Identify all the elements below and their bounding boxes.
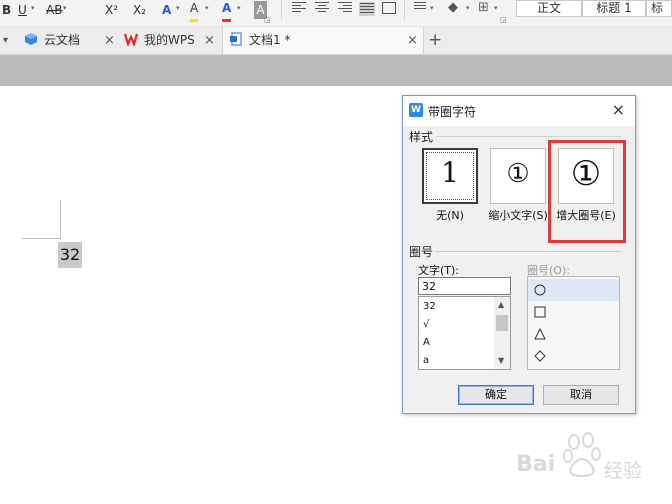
circle-group-label: 圈号: [409, 245, 434, 259]
watermark-brand-right: 经验: [604, 460, 643, 482]
ribbon-toolbar: B U ▾ AB ▾ X² X₂ A ▾ A ▾ A ▾ A ◲ ▾ ◆ ▾ ⊞…: [0, 0, 672, 27]
strikethrough-button[interactable]: AB: [46, 1, 62, 19]
strikethrough-caret-icon[interactable]: ▾: [63, 4, 67, 12]
document-icon: [230, 32, 242, 46]
font-color-caret-icon[interactable]: ▾: [237, 4, 241, 12]
shape-option-triangle[interactable]: [528, 323, 619, 345]
borders-icon[interactable]: ⊞: [478, 0, 489, 15]
align-center-icon[interactable]: [315, 2, 329, 14]
document-tab-bar: ▾ 云文档 × 我的WPS × 文档1 * × +: [0, 27, 672, 55]
dialog-title: 带圈字符: [428, 105, 477, 119]
tab-label: 云文档: [44, 33, 81, 47]
diamond-icon: [534, 350, 546, 362]
style-option-shrink-label[interactable]: 缩小文字(S): [486, 209, 550, 222]
highlight-button[interactable]: A: [190, 1, 199, 22]
style-group-label: 样式: [409, 130, 434, 144]
list-item[interactable]: A: [423, 336, 430, 350]
selected-text[interactable]: 32: [58, 242, 82, 268]
underline-caret-icon[interactable]: ▾: [31, 4, 35, 12]
line-spacing-icon[interactable]: [412, 2, 426, 14]
list-item[interactable]: √: [423, 318, 429, 332]
new-tab-button[interactable]: +: [428, 27, 442, 54]
shape-option-diamond[interactable]: [528, 345, 619, 367]
text-input[interactable]: [418, 277, 511, 295]
preview-glyph: ①: [506, 159, 530, 189]
tab-my-wps[interactable]: 我的WPS ×: [118, 27, 222, 54]
ok-button[interactable]: 确定: [458, 385, 534, 405]
annotation-highlight-box: [548, 140, 626, 243]
text-field-label: 文字(T):: [418, 264, 460, 277]
shape-option-square[interactable]: [528, 301, 619, 323]
toolbar-separator: [404, 0, 405, 20]
superscript-button[interactable]: X²: [105, 1, 118, 19]
group-divider: [436, 251, 621, 252]
ruler-band: [0, 55, 672, 86]
wps-logo-icon: [124, 33, 138, 46]
shading-caret-icon[interactable]: ▾: [466, 4, 470, 12]
tab-menu-caret-icon[interactable]: ▾: [3, 27, 8, 54]
tab-document1[interactable]: 文档1 * ×: [222, 27, 424, 54]
justify-icon[interactable]: [359, 2, 375, 16]
font-color-button[interactable]: A: [222, 1, 232, 22]
listbox-scrollbar[interactable]: ▲ ▼: [494, 297, 510, 369]
close-icon[interactable]: ×: [407, 27, 418, 54]
square-icon: [534, 306, 546, 318]
borders-caret-icon[interactable]: ▾: [494, 4, 498, 12]
shape-option-circle[interactable]: [528, 279, 619, 301]
highlight-caret-icon[interactable]: ▾: [205, 4, 209, 12]
triangle-icon: [534, 328, 546, 340]
text-effect-button[interactable]: A: [162, 1, 171, 19]
style-option-none-label[interactable]: 无(N): [418, 209, 482, 222]
text-listbox[interactable]: 32 √ A a ▲ ▼: [418, 296, 511, 370]
tab-label: 我的WPS: [144, 33, 195, 47]
cloud-docs-icon: [25, 33, 37, 45]
wps-writer-icon: W: [409, 103, 423, 117]
shading-icon[interactable]: ◆: [448, 0, 458, 15]
scroll-thumb[interactable]: [496, 315, 508, 331]
style-normal[interactable]: 正文: [516, 0, 582, 17]
margin-marker-horizontal: [22, 238, 60, 239]
align-left-icon[interactable]: [292, 2, 306, 14]
tab-label: 文档1 *: [249, 33, 291, 47]
scroll-up-icon[interactable]: ▲: [498, 300, 504, 309]
dialog-titlebar[interactable]: W 带圈字符 ×: [403, 96, 635, 126]
baidu-watermark: Bai 经验: [512, 432, 662, 492]
cancel-button[interactable]: 取消: [543, 385, 619, 405]
align-right-icon[interactable]: [338, 2, 352, 14]
style-option-shrink[interactable]: ①: [490, 148, 546, 204]
close-icon[interactable]: ×: [104, 27, 115, 54]
list-item[interactable]: 32: [423, 300, 436, 314]
style-next[interactable]: 标: [646, 0, 672, 17]
font-dialog-launcher-icon[interactable]: ◲: [264, 16, 271, 24]
bold-button[interactable]: B: [2, 1, 11, 19]
circle-icon: [534, 284, 546, 296]
distribute-icon[interactable]: [382, 2, 396, 14]
tab-cloud-docs[interactable]: 云文档 ×: [18, 27, 118, 54]
paragraph-dialog-launcher-icon[interactable]: ◲: [500, 16, 507, 24]
style-heading1[interactable]: 标题 1: [582, 0, 646, 17]
underline-button[interactable]: U: [18, 1, 27, 19]
preview-glyph: 1: [441, 156, 459, 189]
scroll-down-icon[interactable]: ▼: [498, 356, 504, 365]
circle-shape-list[interactable]: [527, 276, 620, 370]
close-icon[interactable]: ×: [612, 100, 625, 119]
watermark-brand-left: Bai: [516, 452, 556, 477]
group-divider: [436, 136, 621, 137]
text-effect-caret-icon[interactable]: ▾: [176, 4, 180, 12]
close-icon[interactable]: ×: [204, 27, 215, 54]
list-item[interactable]: a: [423, 354, 429, 368]
line-spacing-caret-icon[interactable]: ▾: [430, 4, 434, 12]
style-option-none[interactable]: 1: [422, 148, 478, 204]
margin-marker-vertical: [60, 200, 61, 240]
subscript-button[interactable]: X₂: [133, 1, 146, 19]
toolbar-separator: [281, 0, 282, 20]
